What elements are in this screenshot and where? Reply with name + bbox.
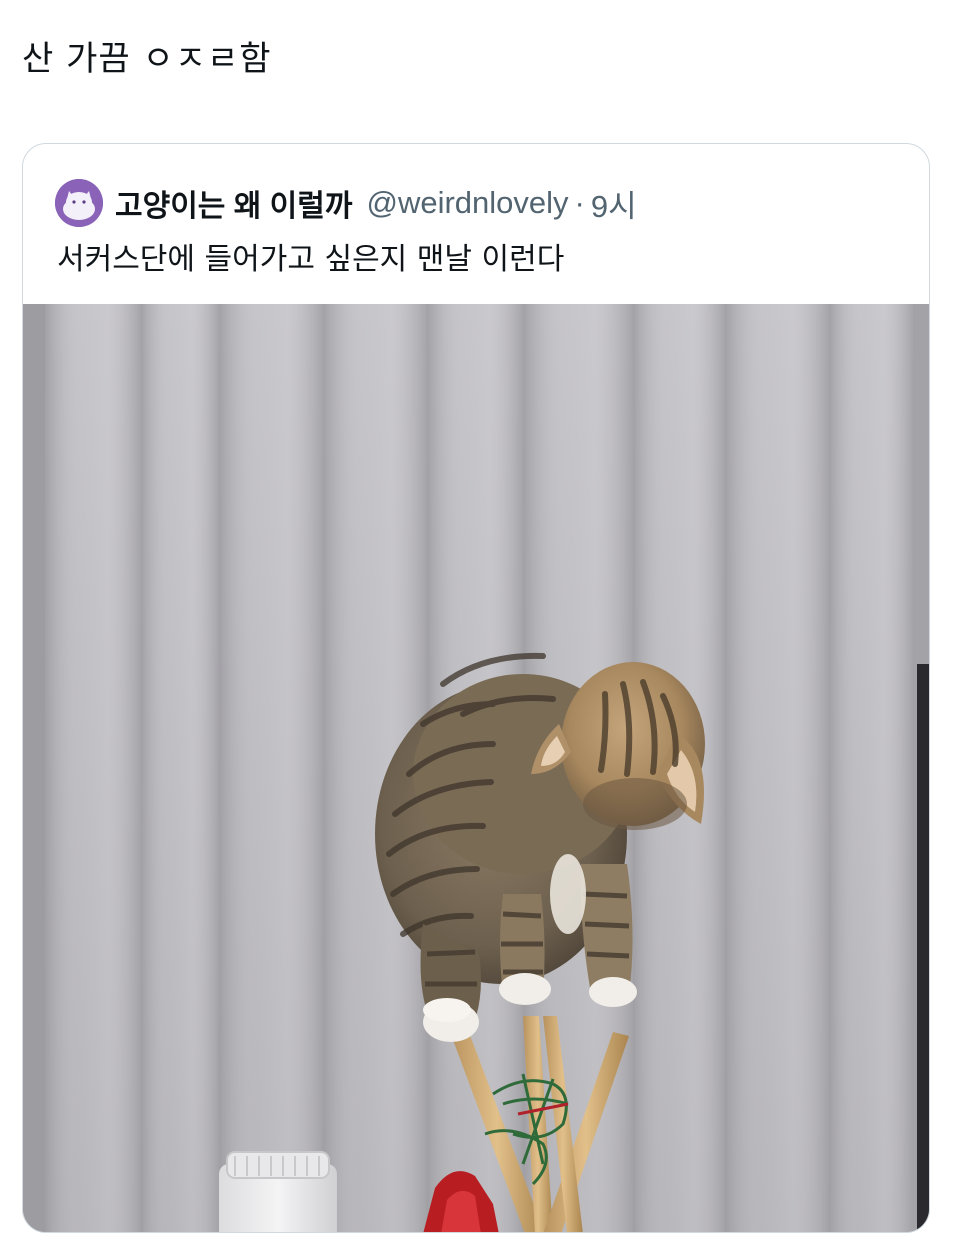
- quoted-post-header: 고양이는 왜 이럴까 @weirdnlovely · 9시: [55, 177, 637, 229]
- cat-balancing-on-sticks-photo: [23, 304, 929, 1232]
- quoted-display-name[interactable]: 고양이는 왜 이럴까: [115, 181, 352, 225]
- avatar[interactable]: [55, 179, 103, 227]
- post-text: 산 가끔 ㅇㅈㄹ함: [22, 39, 272, 79]
- quoted-post-card[interactable]: 고양이는 왜 이럴까 @weirdnlovely · 9시 서커스단에 들어가고…: [22, 143, 930, 1233]
- quoted-media[interactable]: [23, 304, 929, 1232]
- separator-dot: ·: [574, 185, 585, 220]
- quoted-timestamp[interactable]: 9시: [591, 181, 637, 226]
- quoted-post-text: 서커스단에 들어가고 싶은지 맨날 이런다: [57, 242, 565, 277]
- purple-cat-avatar-icon: [55, 179, 103, 227]
- quoted-handle[interactable]: @weirdnlovely: [366, 185, 568, 221]
